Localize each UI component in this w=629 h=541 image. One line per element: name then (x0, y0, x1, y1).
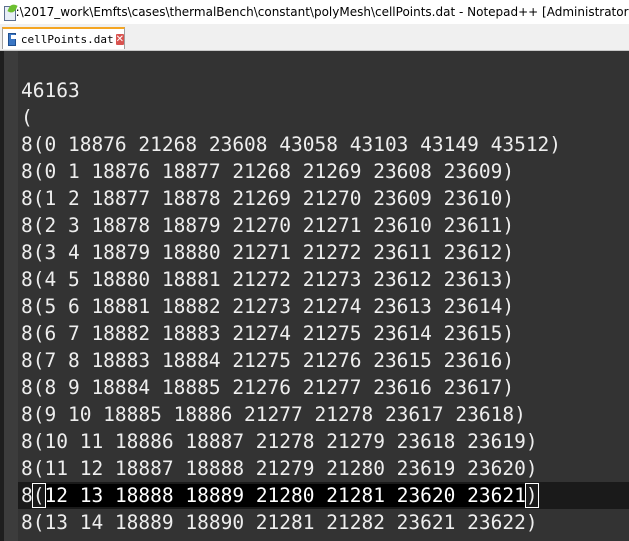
editor-area[interactable]: 46163 ( 8(0 18876 21268 23608 43058 4310… (0, 51, 629, 541)
text-line[interactable]: 8(0 18876 21268 23608 43058 43103 43149 … (21, 131, 627, 158)
text-content[interactable]: 46163 ( 8(0 18876 21268 23608 43058 4310… (18, 77, 629, 536)
saved-file-icon (8, 32, 17, 46)
line-prefix: 8 (21, 484, 33, 507)
text-line[interactable]: 8(0 1 18876 18877 21268 21269 23608 2360… (21, 158, 627, 185)
text-line[interactable]: 8(3 4 18879 18880 21271 21272 23611 2361… (21, 239, 627, 266)
text-line[interactable]: 8(2 3 18878 18879 21270 21271 23610 2361… (21, 212, 627, 239)
close-tab-icon[interactable]: ✕ (115, 33, 124, 45)
close-bracket-match: ) (524, 483, 539, 508)
window-title: d:\2017_work\Emfts\cases\thermalBench\co… (8, 5, 629, 19)
text-line[interactable]: 8(1 2 18877 18878 21269 21270 23609 2361… (21, 185, 627, 212)
text-line[interactable]: 8(5 6 18881 18882 21273 21274 23613 2361… (21, 293, 627, 320)
text-line[interactable]: ( (21, 104, 627, 131)
text-line[interactable]: 8(9 10 18885 18886 21277 21278 23617 236… (21, 401, 627, 428)
text-line[interactable]: 8(13 14 18889 18890 21281 21282 23621 23… (21, 509, 627, 536)
text-line[interactable]: 8(7 8 18883 18884 21275 21276 23615 2361… (21, 347, 627, 374)
fold-margin[interactable] (4, 51, 18, 541)
text-line[interactable]: 8(4 5 18880 18881 21272 21273 23612 2361… (21, 266, 627, 293)
text-line[interactable]: 8(11 12 18887 18888 21279 21280 23619 23… (21, 455, 627, 482)
text-line[interactable]: 8(10 11 18886 18887 21278 21279 23618 23… (21, 428, 627, 455)
selected-text[interactable]: 12 13 18888 18889 21280 21281 23620 2362… (44, 484, 526, 507)
title-bar: d:\2017_work\Emfts\cases\thermalBench\co… (0, 0, 629, 24)
tab-cellpoints[interactable]: cellPoints.dat ✕ (2, 27, 125, 49)
text-line[interactable]: 8(6 7 18882 18883 21274 21275 23614 2361… (21, 320, 627, 347)
text-line[interactable]: 8(8 9 18884 18885 21276 21277 23616 2361… (21, 374, 627, 401)
text-line[interactable]: 46163 (21, 77, 627, 104)
tab-label: cellPoints.dat (20, 32, 114, 46)
open-bracket-match: ( (31, 483, 46, 508)
tab-bar: cellPoints.dat ✕ (0, 24, 629, 51)
current-line[interactable]: 8(12 13 18888 18889 21280 21281 23620 23… (18, 482, 629, 509)
